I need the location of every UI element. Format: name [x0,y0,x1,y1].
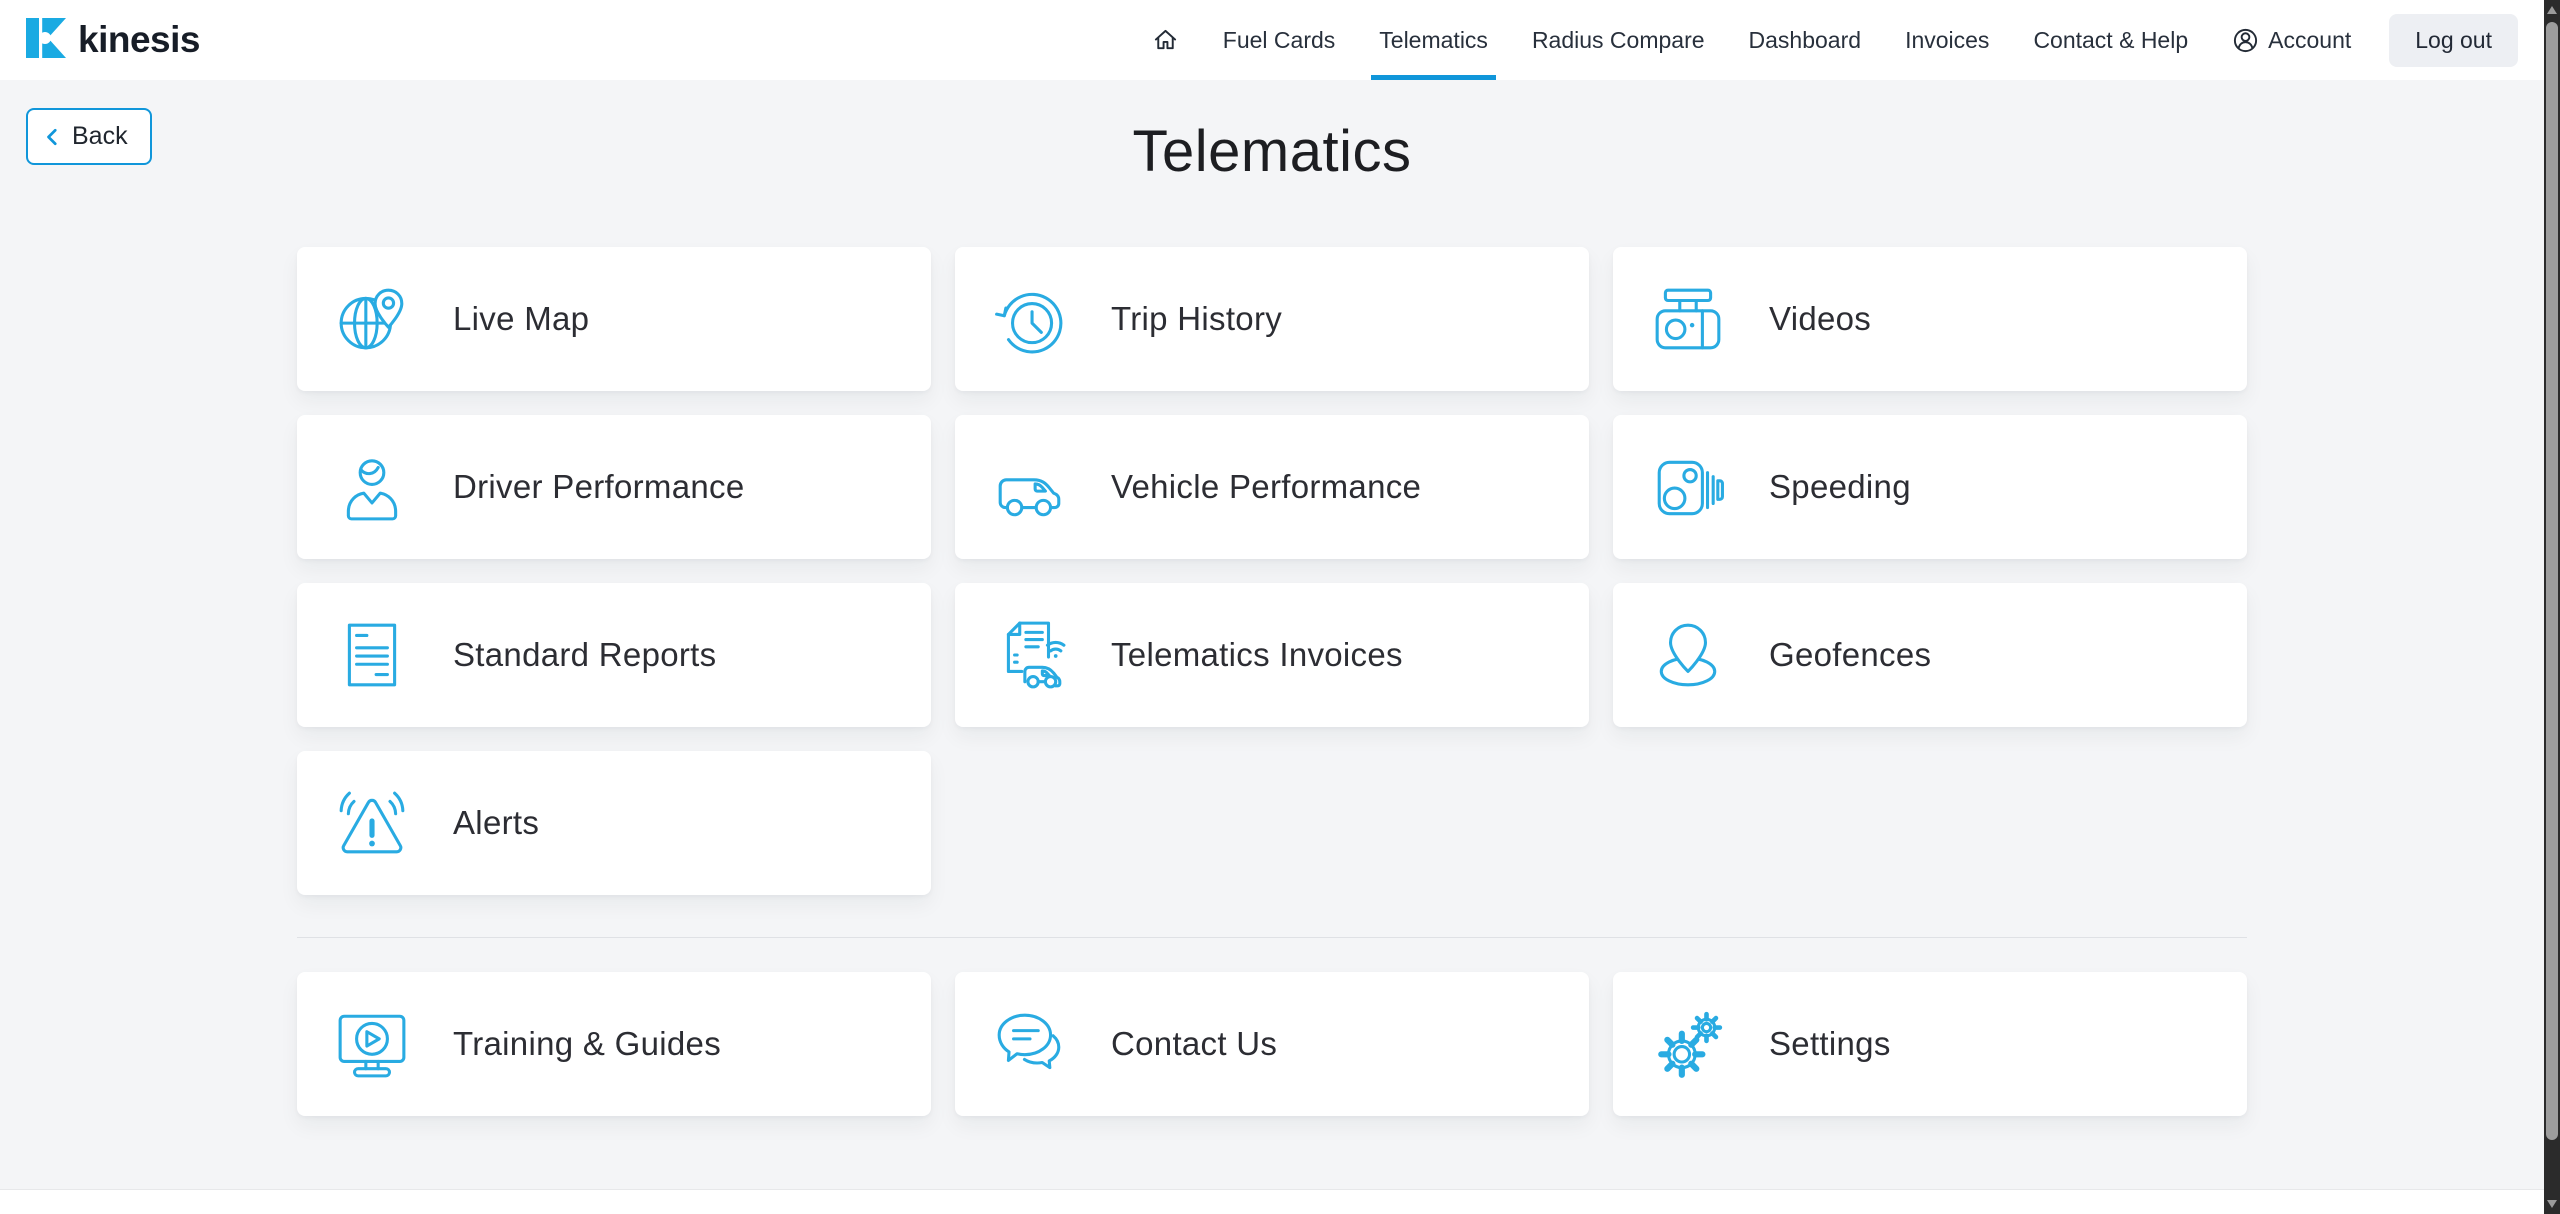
scrollbar-thumb[interactable] [2546,22,2558,1140]
card-label: Vehicle Performance [1111,468,1421,506]
kinesis-logo-icon [26,18,66,63]
logout-button[interactable]: Log out [2389,14,2518,67]
driver-icon [335,450,409,524]
card-vehicle-performance[interactable]: Vehicle Performance [955,415,1589,559]
card-geofences[interactable]: Geofences [1613,583,2247,727]
content-area: Back Telematics Live Map Trip History Vide… [0,80,2544,1190]
invoice-van-icon [993,618,1067,692]
page-title: Telematics [0,80,2544,185]
section-divider [297,937,2247,938]
van-icon [993,450,1067,524]
scrollbar-down-arrow-icon[interactable] [2547,1200,2557,1208]
card-trip-history[interactable]: Trip History [955,247,1589,391]
card-training-and-guides[interactable]: Training & Guides [297,972,931,1116]
main-card-grid: Live Map Trip History Videos Driver Perform… [297,247,2247,895]
page: kinesis Fuel Cards Telematics Radius Compa… [0,0,2560,1214]
card-label: Settings [1769,1025,1891,1063]
nav-label-fuel-cards: Fuel Cards [1223,27,1335,54]
card-live-map[interactable]: Live Map [297,247,931,391]
card-telematics-invoices[interactable]: Telematics Invoices [955,583,1589,727]
back-label: Back [72,122,128,151]
card-label: Driver Performance [453,468,744,506]
card-label: Speeding [1769,468,1911,506]
chevron-left-icon [44,128,62,146]
card-alerts[interactable]: Alerts [297,751,931,895]
nav-item-radius-compare[interactable]: Radius Compare [1510,0,1727,80]
vertical-scrollbar[interactable] [2544,0,2560,1214]
logo-text: kinesis [78,19,200,61]
nav-label-radius-compare: Radius Compare [1532,27,1705,54]
home-icon [1152,27,1179,54]
nav-label-account: Account [2268,27,2351,54]
nav-label-dashboard: Dashboard [1749,27,1862,54]
card-speeding[interactable]: Speeding [1613,415,2247,559]
card-label: Standard Reports [453,636,716,674]
nav-item-telematics[interactable]: Telematics [1357,0,1510,80]
card-label: Live Map [453,300,589,338]
nav-item-dashboard[interactable]: Dashboard [1727,0,1884,80]
top-nav-bar: kinesis Fuel Cards Telematics Radius Compa… [0,0,2544,80]
back-button[interactable]: Back [26,108,152,165]
kinesis-logo[interactable]: kinesis [26,18,200,63]
dashcam-icon [1651,282,1725,356]
card-label: Contact Us [1111,1025,1277,1063]
secondary-card-grid: Training & Guides Contact Us Settings [297,972,2247,1116]
footer-strip [0,1190,2544,1213]
gears-icon [1651,1007,1725,1081]
nav-label-contact-help: Contact & Help [2033,27,2188,54]
scrollbar-up-arrow-icon[interactable] [2547,6,2557,14]
card-label: Geofences [1769,636,1931,674]
report-icon [335,618,409,692]
card-driver-performance[interactable]: Driver Performance [297,415,931,559]
alert-triangle-icon [335,786,409,860]
account-icon [2232,27,2259,54]
live-map-icon [335,282,409,356]
card-videos[interactable]: Videos [1613,247,2247,391]
nav-label-telematics: Telematics [1379,27,1488,54]
card-label: Training & Guides [453,1025,721,1063]
card-label: Videos [1769,300,1871,338]
nav-item-invoices[interactable]: Invoices [1883,0,2011,80]
card-contact-us[interactable]: Contact Us [955,972,1589,1116]
speed-camera-icon [1651,450,1725,524]
card-label: Telematics Invoices [1111,636,1403,674]
nav-item-account[interactable]: Account [2210,0,2373,80]
chat-bubbles-icon [993,1007,1067,1081]
card-label: Alerts [453,804,539,842]
main-nav: Fuel Cards Telematics Radius Compare Dashbo… [1130,0,2373,80]
card-label: Trip History [1111,300,1282,338]
trip-history-icon [993,282,1067,356]
card-standard-reports[interactable]: Standard Reports [297,583,931,727]
nav-item-fuel-cards[interactable]: Fuel Cards [1201,0,1357,80]
nav-item-contact-help[interactable]: Contact & Help [2011,0,2210,80]
training-monitor-icon [335,1007,409,1081]
card-settings[interactable]: Settings [1613,972,2247,1116]
nav-item-home[interactable] [1130,0,1201,80]
nav-label-invoices: Invoices [1905,27,1989,54]
geofence-pin-icon [1651,618,1725,692]
